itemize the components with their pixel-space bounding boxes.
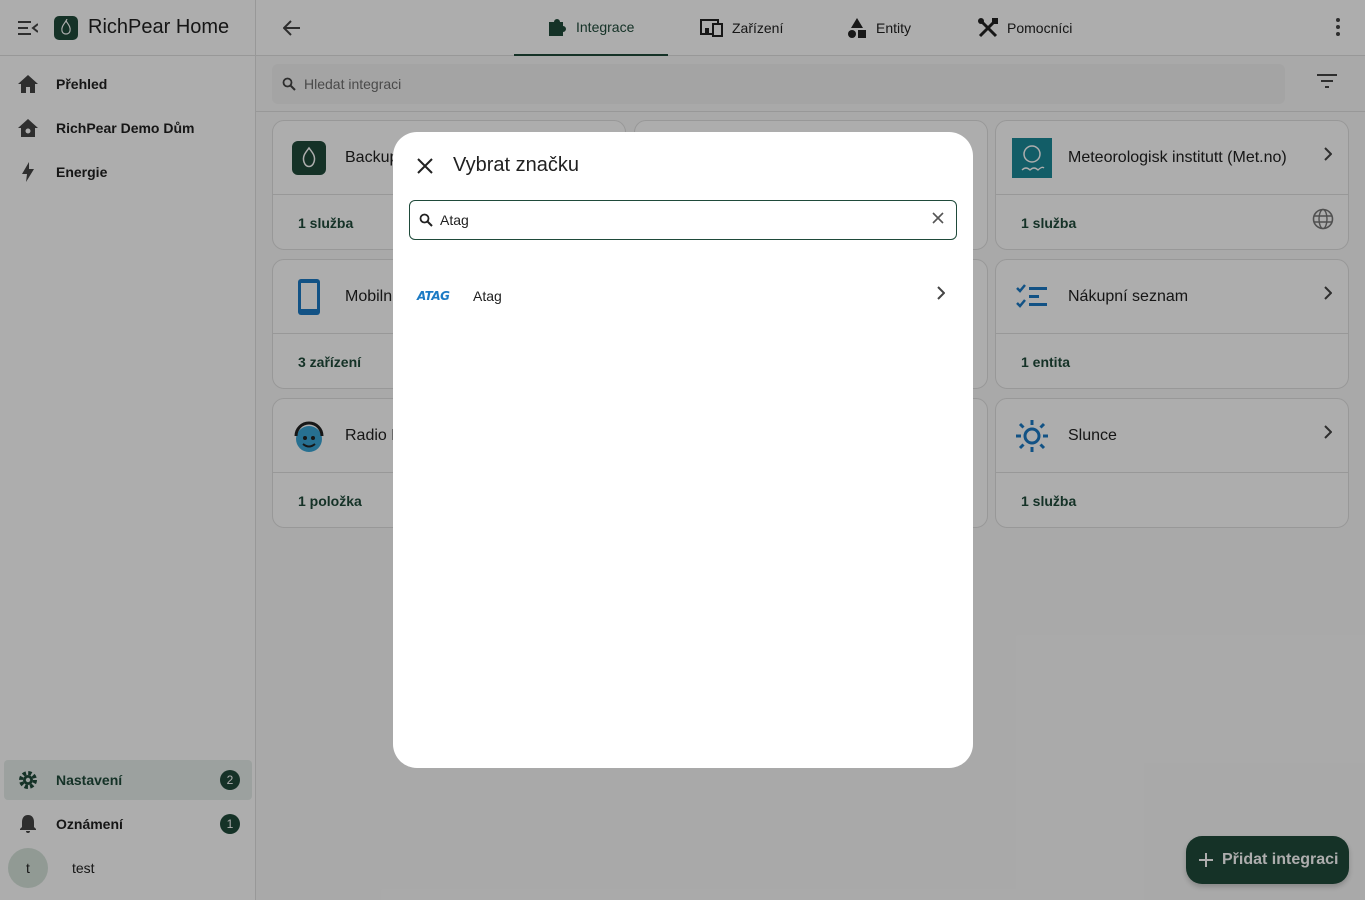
brand-search-input[interactable]: Atag — [409, 200, 957, 240]
search-icon — [419, 213, 433, 227]
dialog-title: Vybrat značku — [453, 154, 579, 176]
atag-logo: ATAG — [417, 289, 450, 303]
clear-icon — [932, 212, 944, 224]
close-icon — [417, 158, 433, 174]
chevron-right-icon — [937, 286, 946, 305]
select-brand-dialog: Vybrat značku Atag ATAG Atag — [393, 132, 973, 768]
brand-search-value: Atag — [440, 212, 469, 228]
brand-result-atag[interactable]: ATAG Atag — [393, 274, 973, 318]
clear-search-button[interactable] — [932, 211, 944, 227]
brand-result-label: Atag — [473, 288, 502, 304]
close-dialog-button[interactable] — [413, 154, 437, 178]
